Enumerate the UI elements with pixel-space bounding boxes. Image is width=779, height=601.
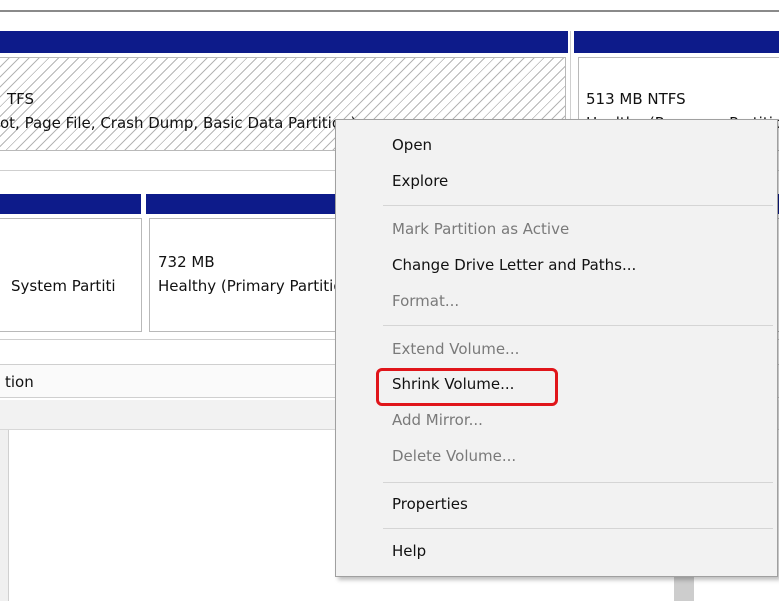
menu-item-open[interactable]: Open <box>392 136 432 154</box>
menu-item-help[interactable]: Help <box>392 542 426 560</box>
partition-system[interactable]: System Partiti <box>0 218 142 332</box>
menu-separator <box>383 325 773 326</box>
partition-732mb-status: Healthy (Primary Partition) <box>158 277 358 295</box>
menu-item-add-mirror: Add Mirror... <box>392 411 483 429</box>
partition-c-line1: TFS <box>7 90 35 108</box>
menu-item-extend-volume: Extend Volume... <box>392 340 520 358</box>
scrollbar-thumb[interactable] <box>674 573 694 601</box>
partition-732mb-size: 732 MB <box>158 253 215 271</box>
window-top-border <box>0 10 779 12</box>
menu-item-change-drive-letter[interactable]: Change Drive Letter and Paths... <box>392 256 636 274</box>
menu-item-mark-active: Mark Partition as Active <box>392 220 570 238</box>
left-panel-edge <box>0 430 9 601</box>
partition-system-label: System Partiti <box>11 277 116 295</box>
partition-c-line2: ot, Page File, Crash Dump, Basic Data Pa… <box>0 114 357 132</box>
menu-item-delete-volume: Delete Volume... <box>392 447 517 465</box>
context-menu: Open Explore Mark Partition as Active Ch… <box>335 119 778 577</box>
menu-separator <box>383 528 773 529</box>
column-header-label: tion <box>5 373 34 391</box>
menu-item-format: Format... <box>392 292 460 310</box>
shrink-volume-highlight <box>376 368 558 406</box>
menu-separator <box>383 482 773 483</box>
disk-bar-primary <box>0 31 568 53</box>
disk-bar-recovery <box>574 31 779 53</box>
menu-separator <box>383 205 773 206</box>
partition-recovery-line1: 513 MB NTFS <box>586 90 686 108</box>
menu-item-explore[interactable]: Explore <box>392 172 448 190</box>
disk2-bar-system <box>0 194 141 214</box>
menu-item-properties[interactable]: Properties <box>392 495 468 513</box>
